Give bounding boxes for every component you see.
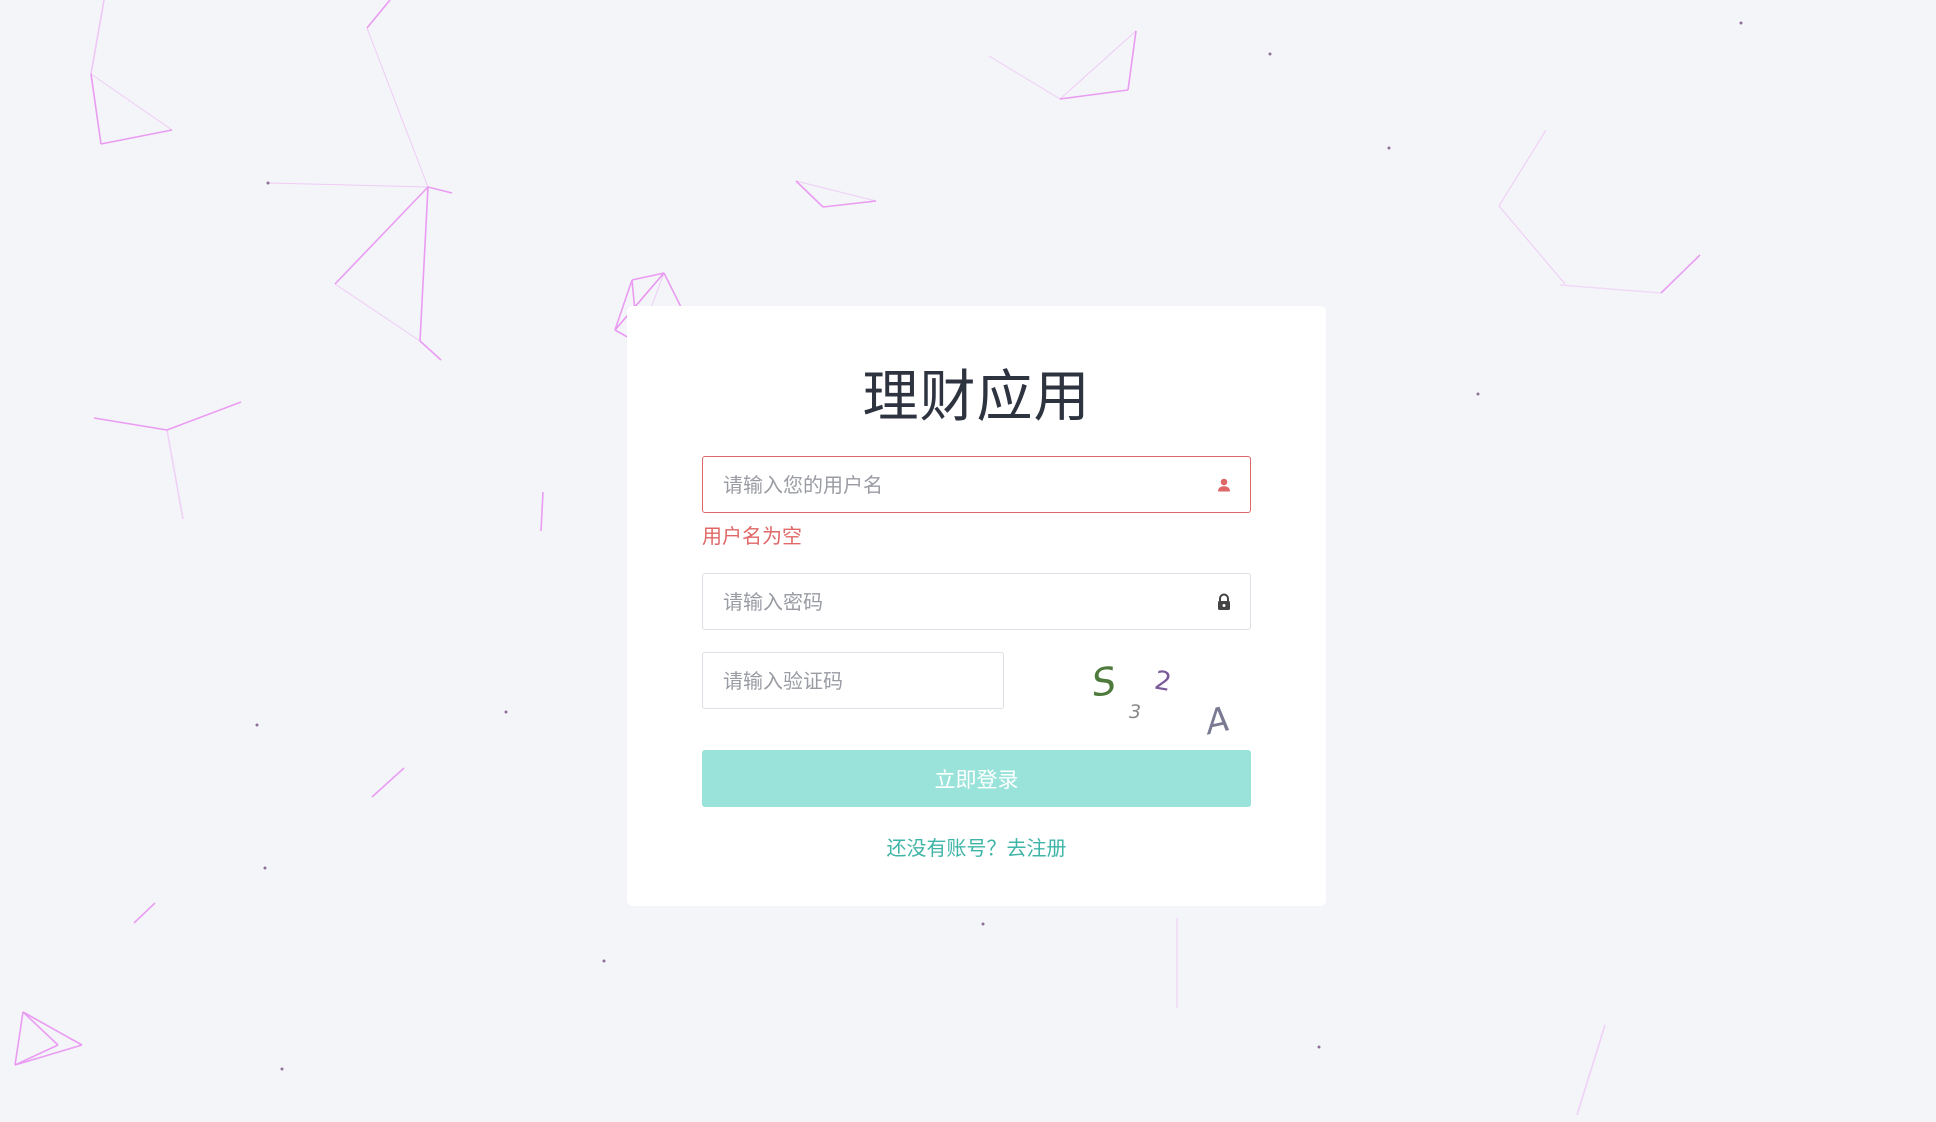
captcha-image[interactable]: S 3 2 A <box>1052 646 1252 736</box>
login-card: 理财应用 用户名为空 S 3 2 A 立即登录 还没有账号？去注册 <box>627 306 1326 906</box>
username-input[interactable] <box>703 457 1250 512</box>
user-icon <box>1214 475 1234 495</box>
username-field[interactable] <box>702 456 1251 513</box>
captcha-field[interactable] <box>702 652 1004 709</box>
password-input[interactable] <box>703 574 1250 629</box>
app-title: 理财应用 <box>862 365 1091 430</box>
captcha-char-4: A <box>1200 699 1233 736</box>
password-field[interactable] <box>702 573 1251 630</box>
login-button[interactable]: 立即登录 <box>702 750 1251 807</box>
captcha-char-2: 3 <box>1129 701 1141 723</box>
username-error-message: 用户名为空 <box>702 524 802 548</box>
captcha-char-3: 2 <box>1152 666 1174 698</box>
register-link[interactable]: 还没有账号？去注册 <box>887 836 1067 860</box>
register-link-container: 还没有账号？去注册 <box>627 832 1326 861</box>
captcha-input[interactable] <box>703 653 1003 708</box>
captcha-char-1: S <box>1089 659 1119 706</box>
lock-icon <box>1214 592 1234 612</box>
